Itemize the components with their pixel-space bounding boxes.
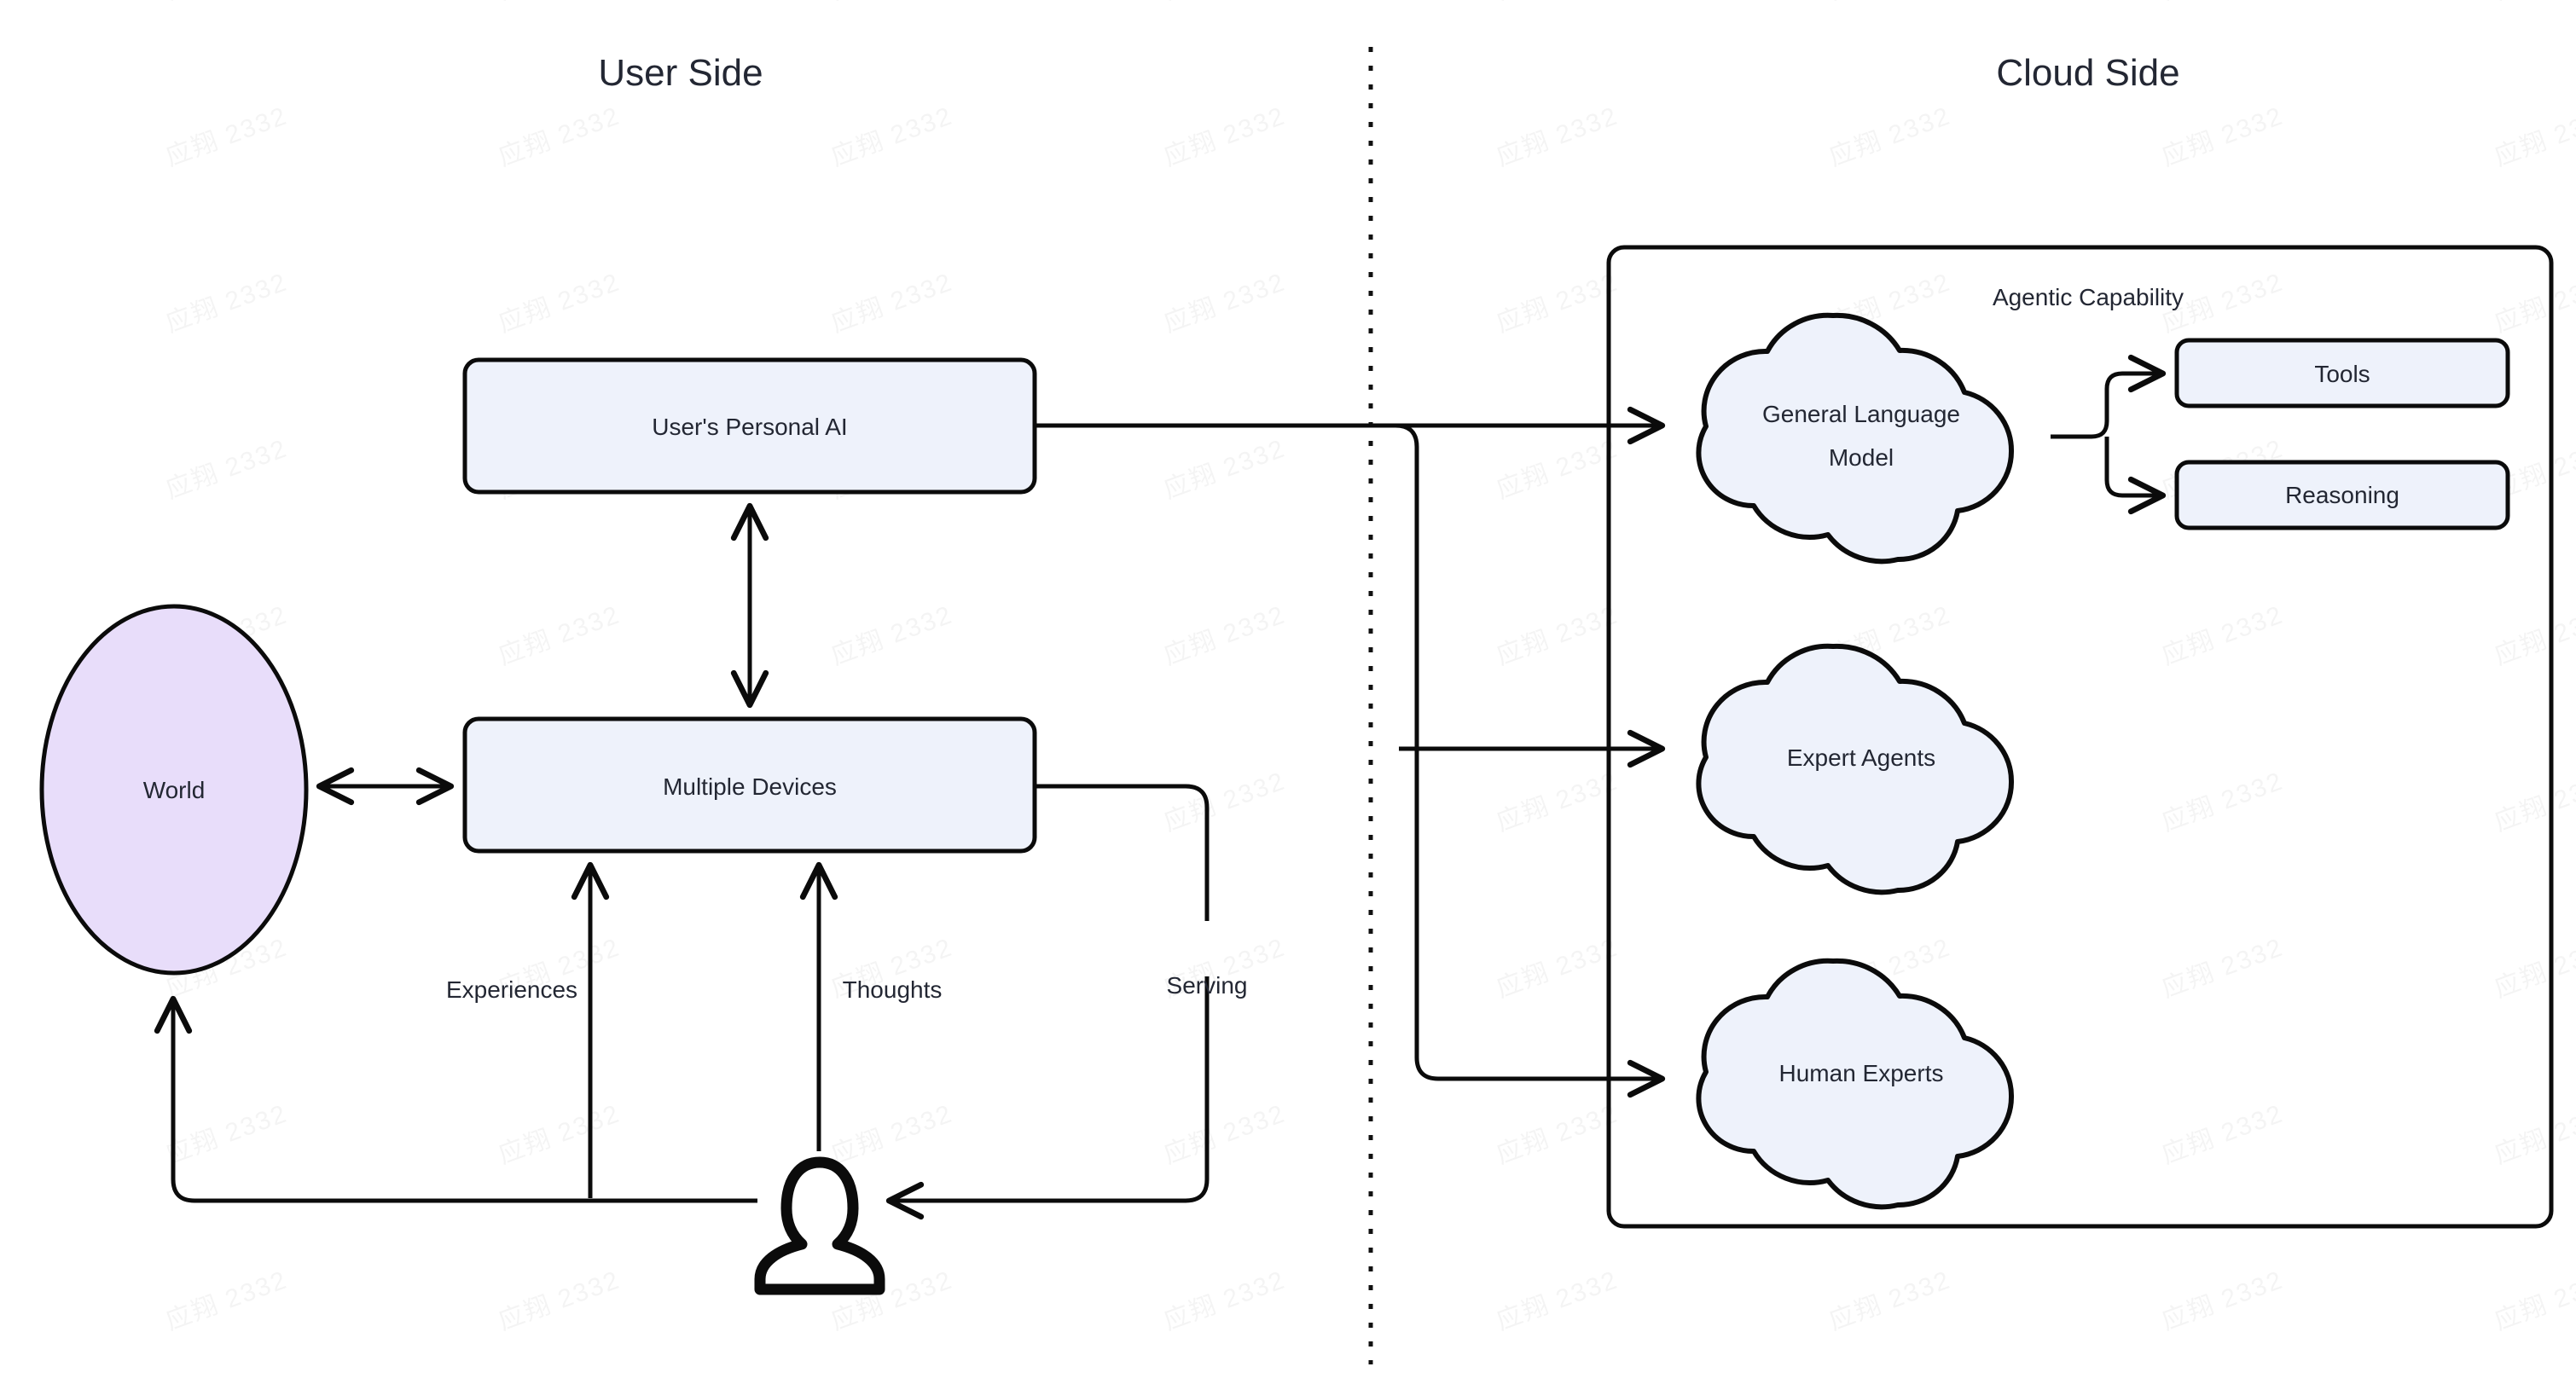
- reasoning-node-label: Reasoning: [2285, 482, 2399, 508]
- expert-agents-label: Expert Agents: [1787, 744, 1935, 771]
- tools-node-label: Tools: [2314, 361, 2370, 387]
- edge-personal-ai-to-human-experts: [1035, 423, 1666, 1098]
- architecture-diagram: User Side Cloud Side World User's Person…: [39, 47, 2554, 1364]
- edge-label-experiences: Experiences: [446, 976, 577, 1003]
- human-experts-node[interactable]: Human Experts: [1696, 958, 2015, 1210]
- diagram-canvas: 应翔 2332应翔 2332应翔 2332应翔 2332应翔 2332应翔 23…: [0, 0, 2576, 1390]
- edge-person-to-world: [154, 995, 757, 1203]
- edge-glm-tools: [2051, 354, 2167, 439]
- human-experts-label: Human Experts: [1779, 1060, 1944, 1086]
- personal-ai-node-label: User's Personal AI: [652, 414, 847, 440]
- edge-label-thoughts: Thoughts: [843, 976, 943, 1003]
- cloud-side-title: Cloud Side: [1996, 52, 2179, 94]
- edge-label-serving: Serving: [1167, 972, 1248, 999]
- edge-glm-reasoning: [2104, 437, 2160, 495]
- general-language-model-line2: Model: [1829, 444, 1894, 471]
- world-node-label: World: [143, 777, 206, 803]
- multiple-devices-node-label: Multiple Devices: [663, 773, 837, 800]
- user-person-icon[interactable]: [754, 1156, 885, 1295]
- general-language-model-node[interactable]: General Language Model: [1696, 312, 2015, 565]
- user-side-title: User Side: [598, 52, 763, 94]
- general-language-model-line1: General Language: [1762, 401, 1960, 427]
- agentic-capability-label: Agentic Capability: [1993, 284, 2184, 310]
- expert-agents-node[interactable]: Expert Agents: [1696, 643, 2015, 895]
